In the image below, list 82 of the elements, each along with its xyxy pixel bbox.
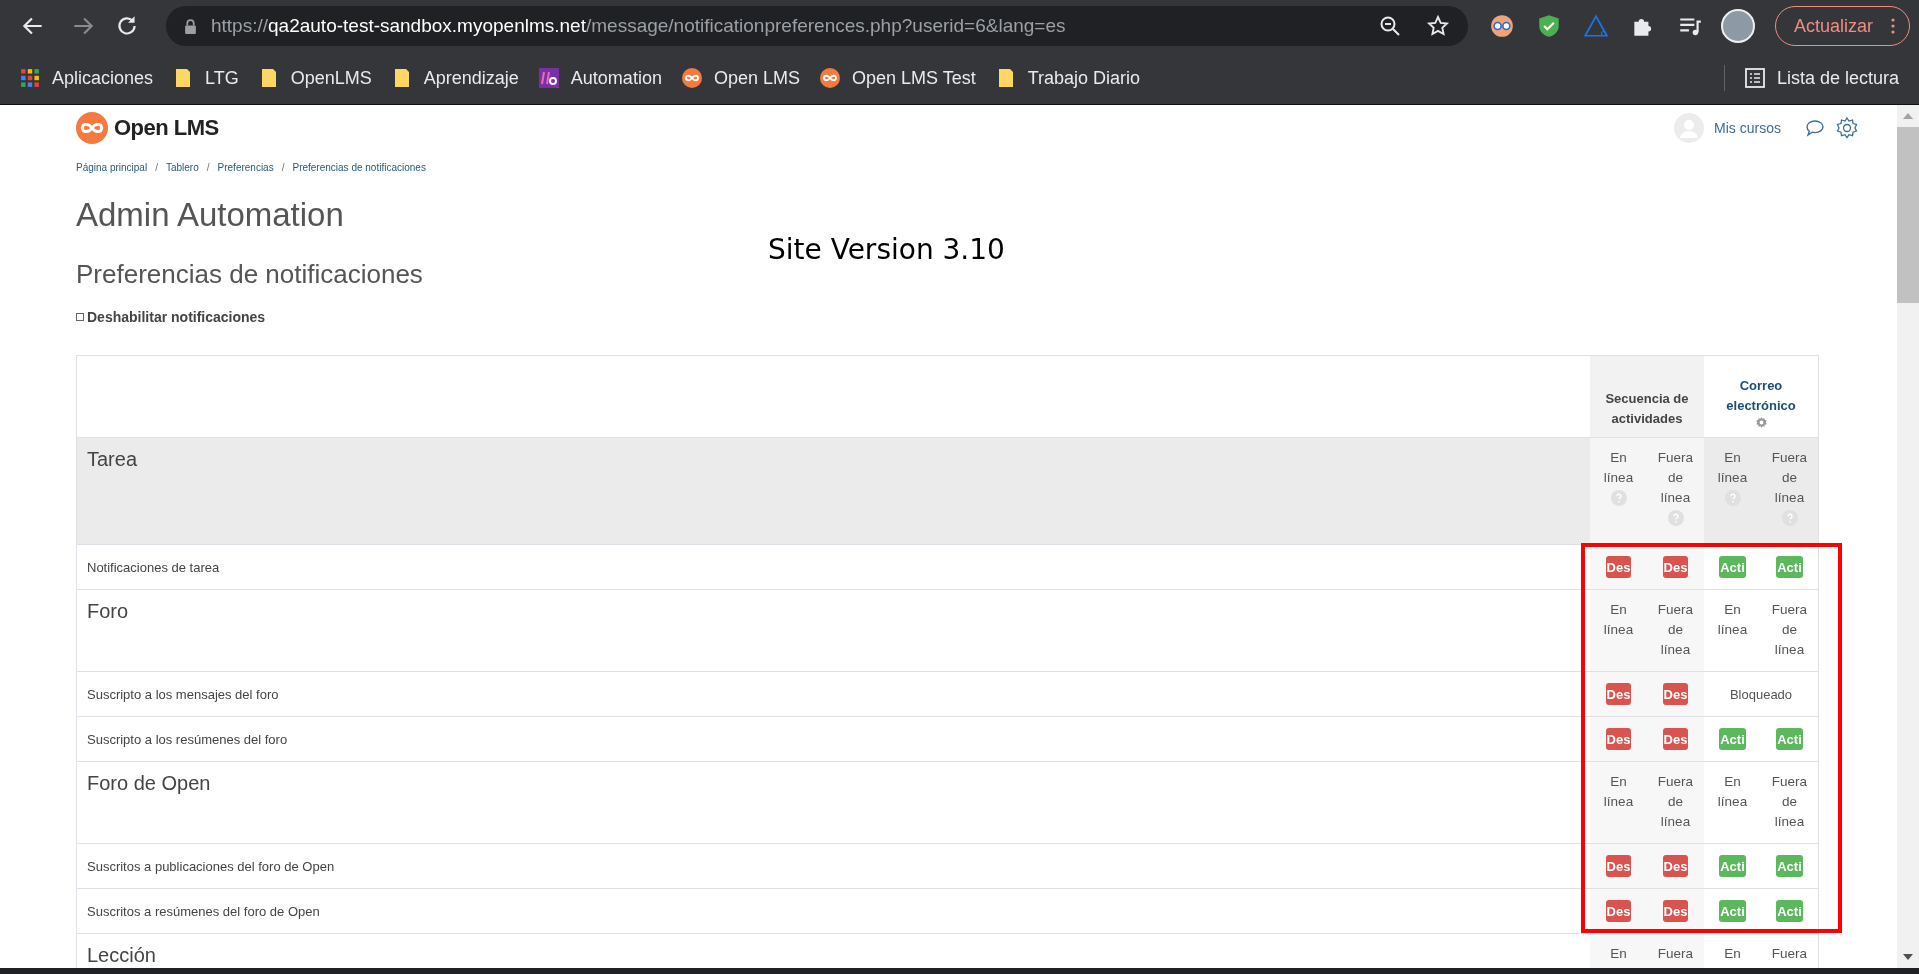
reading-list-button[interactable]: Lista de lectura (1744, 67, 1899, 89)
lg-logo-icon (538, 68, 559, 88)
list-icon (1744, 68, 1765, 88)
column-label: Fuera de línea (1656, 449, 1695, 507)
bookmark[interactable]: Aplicaciones (20, 67, 154, 89)
column-label: En línea (1716, 773, 1749, 811)
breadcrumb-link[interactable]: Página principal (76, 161, 148, 173)
column-label: En línea (1716, 601, 1749, 639)
zoom-out-icon[interactable] (1378, 14, 1402, 38)
bookmark[interactable]: OpenLMS (258, 67, 372, 89)
section-title: Preferencias de notificaciones (76, 258, 424, 291)
scroll-down-arrow-icon[interactable] (1903, 954, 1913, 960)
column-label: Fuera (1657, 945, 1694, 963)
lock-icon (184, 18, 197, 34)
breadcrumb-separator: / (281, 161, 285, 173)
notification-name: Suscripto a los resúmenes del foro (86, 730, 289, 749)
settings-icon[interactable] (1754, 416, 1768, 429)
blocked-label: Bloqueado (1729, 686, 1793, 702)
settings-icon[interactable] (1835, 116, 1859, 140)
group-title: Lección (86, 943, 157, 968)
bookmark[interactable]: Trabajo Diario (995, 67, 1141, 89)
toggle-button[interactable]: Des (1662, 728, 1689, 750)
notification-name: Suscripto a los mensajes del foro (86, 685, 280, 704)
column-label: En (1610, 945, 1627, 963)
column-label: Fuera de línea (1656, 773, 1695, 831)
open-lms-logo[interactable]: Open LMS (76, 112, 219, 144)
toggle-button[interactable]: Des (1662, 683, 1689, 705)
profile-avatar[interactable] (1721, 9, 1755, 43)
bookmark[interactable]: Open LMS Test (819, 67, 976, 89)
toggle-button[interactable]: Des (1605, 556, 1632, 578)
column-label: Fuera de línea (1770, 449, 1809, 507)
processor-heading[interactable]: Correo electrónico (1704, 376, 1818, 416)
column-label: Fuera de línea (1656, 601, 1695, 659)
breadcrumb-link[interactable]: Tablero (165, 161, 199, 173)
url-text: https://qa2auto-test-sandbox.myopenlms.net/message/notificationpreferences.php?userid=6&lang=es (211, 15, 1067, 37)
scrollbar[interactable] (1897, 105, 1919, 968)
triangle-icon[interactable] (1583, 13, 1609, 39)
column-label: Fuera de línea (1770, 773, 1809, 831)
breadcrumb-separator: / (155, 161, 158, 173)
group-title: Foro (86, 599, 130, 624)
toggle-button[interactable]: Des (1662, 900, 1689, 922)
column-label: Fuera de línea (1770, 601, 1809, 659)
toggle-button[interactable]: Des (1605, 728, 1632, 750)
infinity-logo-icon (819, 68, 840, 88)
shield-check-icon[interactable] (1536, 13, 1562, 39)
speech-bubble-icon[interactable] (1805, 118, 1825, 138)
checkbox[interactable] (76, 313, 84, 321)
address-bar[interactable]: https://qa2auto-test-sandbox.myopenlms.net/message/notificationpreferences.php?userid=6&lang=es (166, 6, 1468, 46)
notification-name: Notificaciones de tarea (86, 558, 221, 577)
breadcrumb-link[interactable]: Preferencias de notificaciones (292, 161, 426, 173)
toggle-button[interactable]: Des (1605, 855, 1632, 877)
bookmark[interactable]: Open LMS (681, 67, 800, 89)
breadcrumb-link[interactable]: Preferencias (217, 161, 274, 173)
apps-grid-icon (20, 68, 40, 88)
version-annotation: Site Version 3.10 (768, 233, 1005, 266)
column-label: En (1724, 945, 1741, 963)
glasses-face-icon[interactable] (1489, 13, 1515, 39)
group-title: Foro de Open (86, 771, 212, 796)
processor-heading: Secuencia de actividades (1604, 390, 1690, 428)
bookmark[interactable]: LTG (173, 67, 239, 89)
checkbox-label: Deshabilitar notificaciones (87, 309, 266, 325)
column-label: En línea (1602, 601, 1635, 639)
column-label: En línea (1602, 773, 1635, 811)
infinity-logo-icon (681, 68, 702, 88)
star-icon[interactable] (1426, 14, 1450, 38)
bookmark[interactable]: Aprendizaje (391, 67, 519, 89)
column-label: Fuera (1771, 945, 1808, 963)
toggle-button[interactable]: Des (1605, 900, 1632, 922)
column-label: En línea (1602, 449, 1635, 487)
notification-name: Suscritos a resúmenes del foro de Open (86, 902, 321, 921)
toggle-button[interactable]: Des (1605, 683, 1632, 705)
my-courses-link[interactable]: Mis cursos (1714, 120, 1781, 136)
column-label: En línea (1716, 449, 1749, 487)
bookmark[interactable]: Automation (538, 67, 662, 89)
group-title: Tarea (86, 447, 139, 472)
toggle-button[interactable]: Des (1662, 855, 1689, 877)
toggle-button[interactable]: Des (1662, 556, 1689, 578)
notification-name: Suscritos a publicaciones del foro de Open (86, 857, 336, 876)
page-title: Admin Automation (76, 195, 345, 235)
scrollbar-thumb[interactable] (1897, 127, 1919, 303)
kebab-menu-icon[interactable] (1891, 18, 1896, 34)
breadcrumb-separator: / (206, 161, 210, 173)
